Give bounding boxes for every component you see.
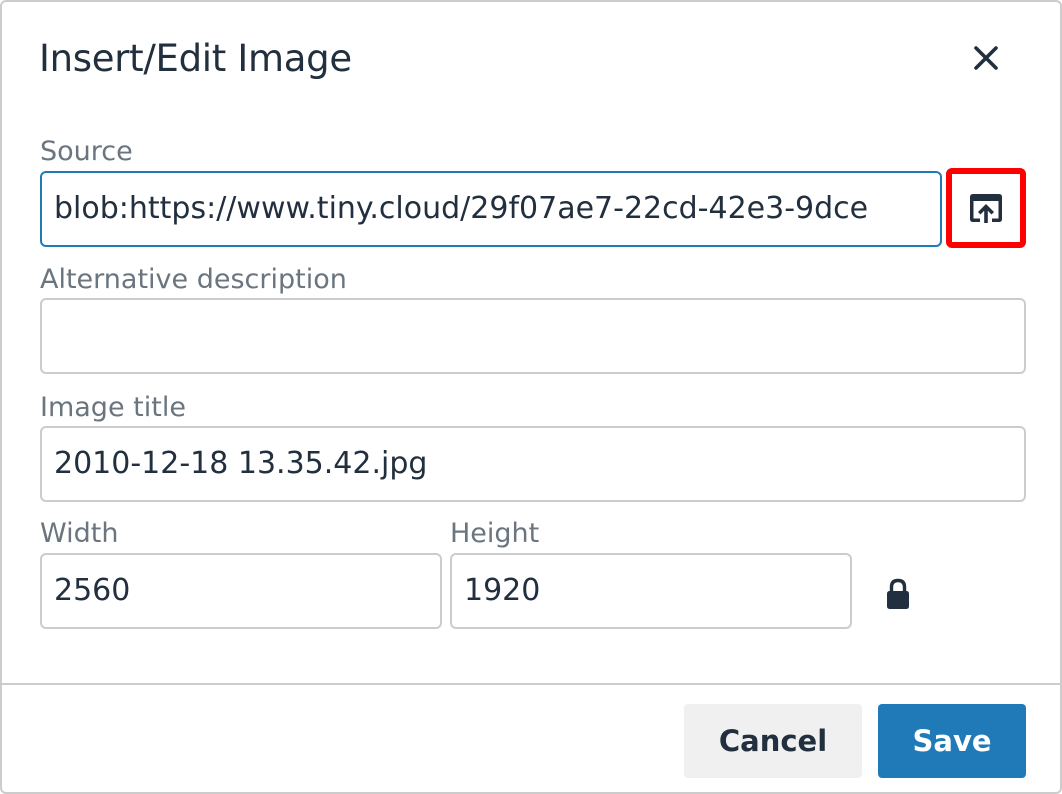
height-label: Height [450, 518, 540, 549]
source-label: Source [40, 136, 133, 167]
save-button[interactable]: Save [878, 704, 1026, 778]
height-input[interactable]: 1920 [450, 553, 852, 629]
insert-edit-image-dialog: Insert/Edit Image Source blob:https://ww… [0, 0, 1062, 794]
width-input[interactable]: 2560 [40, 553, 442, 629]
lock-icon [887, 578, 909, 609]
constrain-proportions-button[interactable] [872, 568, 924, 620]
image-title-input[interactable]: 2010-12-18 13.35.42.jpg [40, 426, 1026, 502]
upload-icon [970, 194, 1002, 223]
source-input[interactable]: blob:https://www.tiny.cloud/29f07ae7-22c… [40, 171, 942, 247]
footer-divider [2, 683, 1060, 685]
close-button[interactable] [964, 36, 1008, 80]
browse-upload-button[interactable] [946, 168, 1026, 248]
alt-description-input[interactable] [40, 298, 1026, 374]
width-label: Width [40, 518, 119, 549]
dialog-title: Insert/Edit Image [39, 37, 352, 80]
cancel-button[interactable]: Cancel [684, 704, 862, 778]
close-icon [974, 46, 998, 70]
alt-description-label: Alternative description [40, 264, 347, 295]
image-title-label: Image title [40, 392, 186, 423]
